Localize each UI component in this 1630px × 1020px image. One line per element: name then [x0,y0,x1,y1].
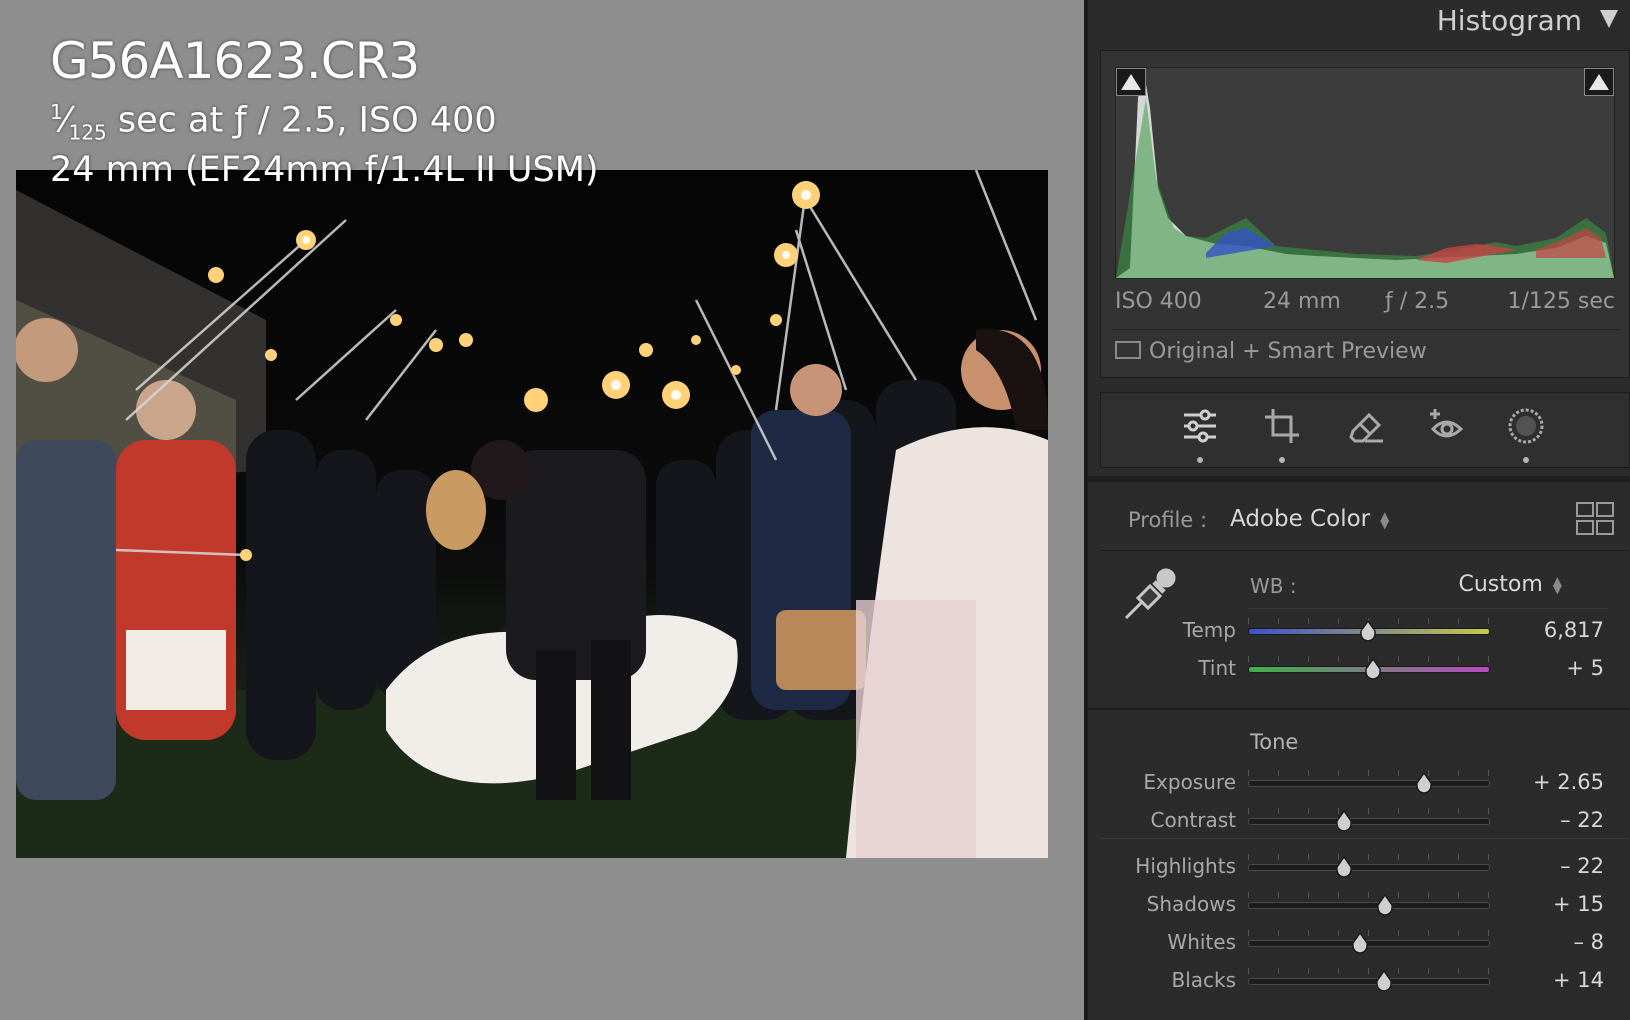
slider-track[interactable] [1248,864,1490,871]
exposure-info: 1⁄125 sec at ƒ / 2.5, ISO 400 [50,100,497,145]
exposure-details: sec at ƒ / 2.5, ISO 400 [106,100,497,141]
slider-contrast: Contrast – 22 [1100,804,1628,838]
slider-track[interactable] [1248,902,1490,909]
active-dot [1523,457,1529,463]
slider-label: Highlights [1135,854,1236,878]
slider-thumb[interactable] [1351,931,1369,954]
slider-exposure: Exposure + 2.65 [1100,766,1628,800]
slider-label: Temp [1182,618,1236,642]
slider-temp: Temp 6,817 [1100,614,1628,648]
tool-strip [1100,392,1630,468]
slider-label: Whites [1167,930,1236,954]
hist-focal-length: 24 mm [1263,289,1341,314]
preview-icon [1115,341,1141,359]
collapse-triangle-icon[interactable] [1600,10,1618,28]
slider-thumb[interactable] [1359,619,1377,642]
slider-thumb[interactable] [1335,855,1353,878]
red-eye-tool[interactable] [1421,401,1471,451]
profile-row: Profile : Adobe Color ▲ ▼ [1100,490,1628,551]
hist-shutter: 1/125 sec [1507,289,1616,314]
masking-tool[interactable] [1501,401,1551,463]
healing-tool[interactable] [1341,401,1391,451]
crop-icon [1265,409,1299,443]
slider-value[interactable]: – 8 [1573,930,1604,954]
edit-tool[interactable] [1175,401,1225,463]
tone-title: Tone [1250,730,1299,754]
red-eye-icon [1430,409,1464,438]
slider-label: Blacks [1171,968,1236,992]
slider-thumb[interactable] [1415,771,1433,794]
slider-value[interactable]: – 22 [1560,808,1604,832]
slider-value[interactable]: – 22 [1560,854,1604,878]
slider-thumb[interactable] [1335,809,1353,832]
wb-value: Custom [1458,572,1543,597]
histogram-curve [1116,73,1614,278]
shutter-numerator: 1 [50,100,63,124]
develop-panel: Histogram ISO 400 24 mm ƒ / 2.5 1/125 se… [1088,0,1630,1020]
slider-track[interactable] [1248,818,1490,825]
shutter-denominator: 125 [68,120,107,145]
histogram-title[interactable]: Histogram [1437,4,1582,37]
slider-whites: Whites – 8 [1100,926,1628,960]
slider-value[interactable]: + 15 [1553,892,1604,916]
edit-sliders-icon [1184,409,1216,443]
profile-label: Profile : [1128,508,1208,532]
photo-scene [16,170,1048,858]
slider-label: Exposure [1143,770,1236,794]
slider-thumb[interactable] [1376,893,1394,916]
slider-ticks [1248,968,1489,974]
white-balance-section: WB : Custom ▲ ▼ Temp 6,817 Tint + 5 [1100,552,1628,709]
slider-value[interactable]: 6,817 [1544,618,1604,642]
slider-thumb[interactable] [1375,969,1393,992]
slider-track[interactable] [1248,978,1490,985]
active-dot [1197,457,1203,463]
slider-thumb[interactable] [1364,657,1382,680]
profile-browser-grid-icon[interactable] [1576,502,1614,536]
section-separator [1088,476,1630,482]
hist-separator [1111,329,1619,330]
slider-highlights: Highlights – 22 [1100,850,1628,884]
slider-value[interactable]: + 2.65 [1533,770,1604,794]
stepper-icon: ▲ ▼ [1380,508,1390,531]
tone-section: Tone Exposure + 2.65 Contrast – 22 Highligh… [1100,710,1628,1020]
hist-aperture: ƒ / 2.5 [1385,289,1450,314]
wb-dropdown[interactable]: Custom ▲ ▼ [1458,572,1562,597]
crop-tool[interactable] [1257,401,1307,463]
hist-iso: ISO 400 [1115,289,1202,314]
active-dot [1279,457,1285,463]
slider-label: Tint [1198,656,1236,680]
tone-divider [1100,838,1628,839]
masking-icon [1508,408,1544,444]
slider-value[interactable]: + 14 [1553,968,1604,992]
profile-value: Adobe Color [1230,506,1371,532]
slider-shadows: Shadows + 15 [1100,888,1628,922]
wb-divider [1248,608,1608,609]
wb-label: WB : [1250,574,1297,598]
slider-ticks [1248,808,1489,814]
slider-ticks [1248,892,1489,898]
stepper-icon: ▲ ▼ [1552,574,1562,596]
slider-blacks: Blacks + 14 [1100,964,1628,998]
slider-value[interactable]: + 5 [1566,656,1604,680]
slider-track[interactable] [1248,940,1490,947]
eraser-icon [1349,412,1383,443]
histogram-panel: ISO 400 24 mm ƒ / 2.5 1/125 sec Original… [1100,50,1630,378]
highlight-clipping-icon[interactable] [1584,68,1614,96]
slider-label: Contrast [1150,808,1236,832]
preview-status-text: Original + Smart Preview [1149,339,1427,364]
image-filename: G56A1623.CR3 [50,32,420,90]
profile-dropdown[interactable]: Adobe Color ▲ ▼ [1230,506,1389,532]
histogram-graph[interactable] [1115,67,1615,279]
slider-tint: Tint + 5 [1100,652,1628,686]
slider-ticks [1248,770,1489,776]
lens-info: 24 mm (EF24mm f/1.4L II USM) [50,150,599,190]
image-viewer: G56A1623.CR3 1⁄125 sec at ƒ / 2.5, ISO 4… [0,0,1084,1020]
photo-preview[interactable] [16,170,1048,858]
slider-label: Shadows [1146,892,1236,916]
slider-track[interactable] [1248,780,1490,787]
shadow-clipping-icon[interactable] [1116,68,1146,96]
smart-preview-status[interactable]: Original + Smart Preview [1115,339,1427,364]
slider-ticks [1248,854,1489,860]
